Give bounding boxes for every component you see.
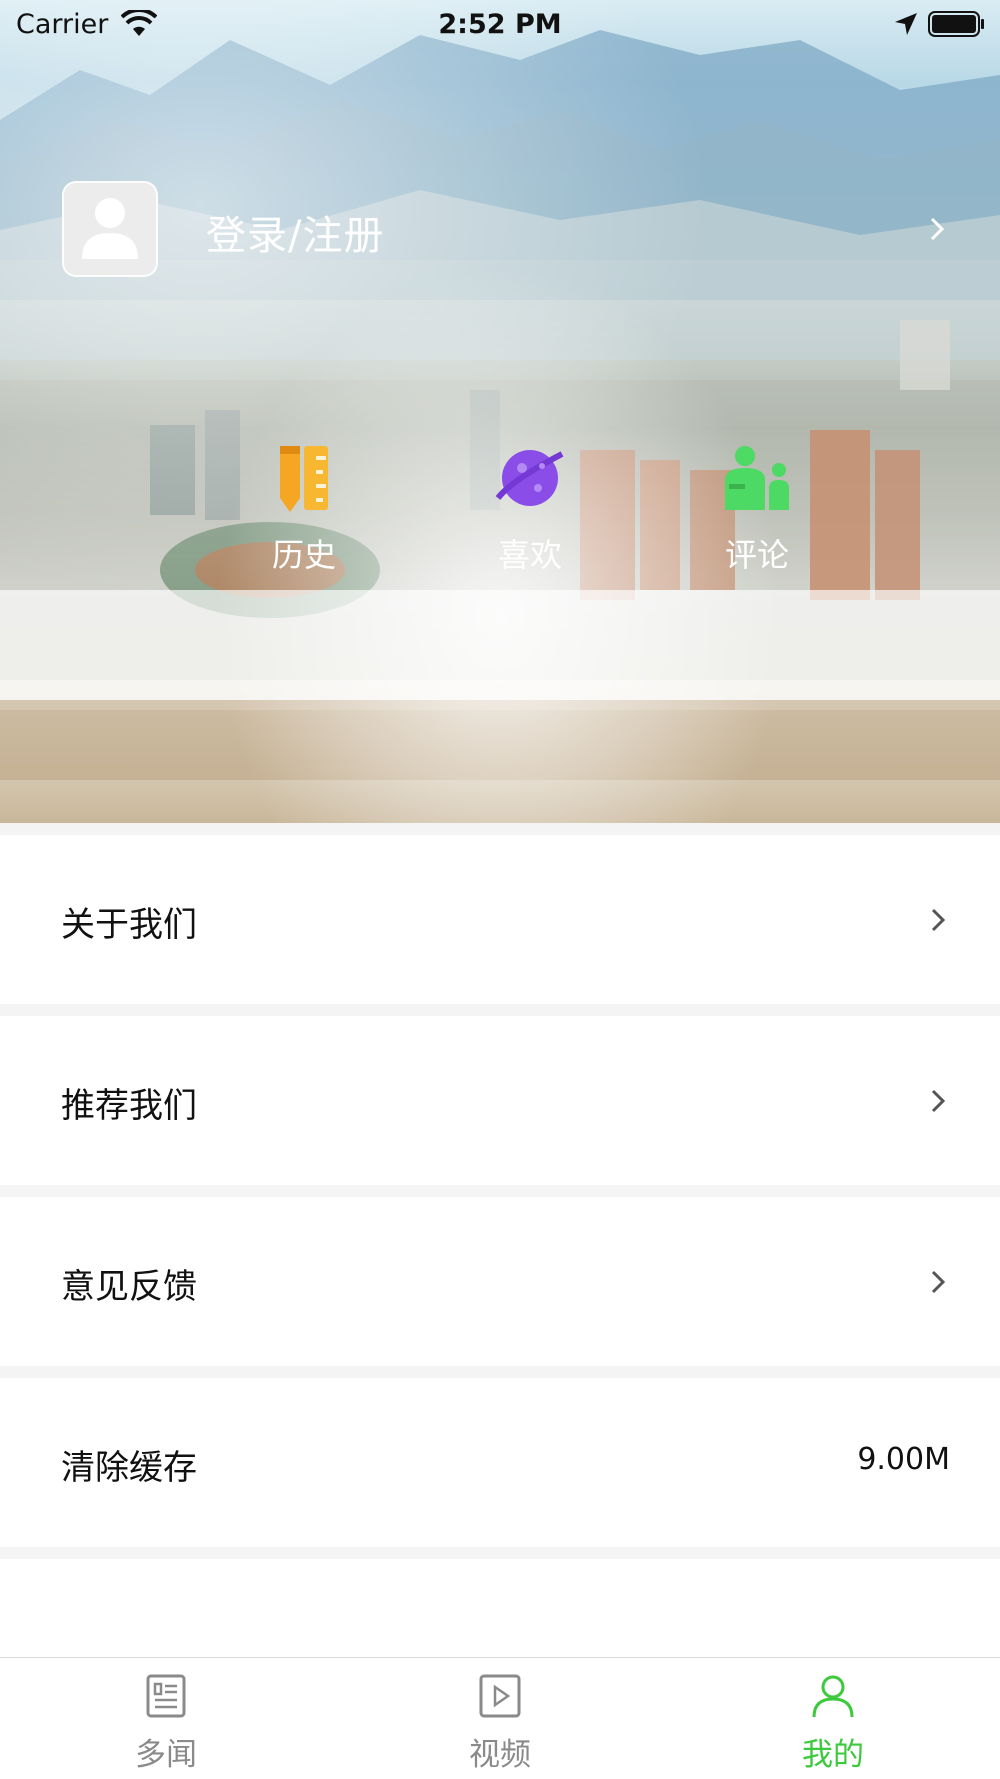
divider	[0, 1547, 1000, 1559]
tab-news[interactable]: 多闻	[106, 1673, 226, 1774]
comments-button[interactable]: 评论	[697, 440, 817, 576]
menu-item-label: 清除缓存	[61, 1448, 197, 1488]
divider	[0, 823, 1000, 835]
person-icon	[812, 1675, 854, 1718]
ruler-pencil-icon	[280, 446, 328, 512]
divider	[0, 1004, 1000, 1016]
divider	[0, 1185, 1000, 1197]
avatar[interactable]	[62, 181, 158, 277]
tab-video[interactable]: 视频	[440, 1673, 560, 1774]
video-icon	[479, 1674, 521, 1718]
fog-overlay	[0, 0, 1000, 823]
status-time: 2:52 PM	[438, 9, 562, 40]
menu-item-label: 推荐我们	[61, 1086, 197, 1126]
news-icon	[146, 1674, 186, 1718]
menu-item-label: 意见反馈	[61, 1267, 197, 1307]
tab-mine[interactable]: 我的	[773, 1673, 893, 1774]
people-chat-icon	[725, 446, 789, 510]
tab-news-label: 多闻	[135, 1737, 197, 1773]
login-register-link[interactable]: 登录/注册	[206, 203, 384, 261]
battery-icon	[928, 11, 984, 37]
menu-item-recommend-us[interactable]: 推荐我们	[0, 1016, 1000, 1185]
menu-item-about-us[interactable]: 关于我们	[0, 835, 1000, 1004]
tab-video-label: 视频	[469, 1737, 531, 1773]
likes-button[interactable]: 喜欢	[470, 440, 590, 576]
chevron-right-icon[interactable]	[928, 215, 946, 243]
likes-label: 喜欢	[497, 536, 562, 574]
menu-item-clear-cache[interactable]: 清除缓存 9.00M	[0, 1378, 1000, 1547]
comments-label: 评论	[724, 536, 789, 574]
menu-item-label: 关于我们	[61, 905, 197, 945]
history-button[interactable]: 历史	[244, 440, 364, 576]
divider	[0, 1366, 1000, 1378]
history-label: 历史	[271, 536, 336, 574]
tab-mine-label: 我的	[802, 1737, 864, 1773]
settings-list: 关于我们 推荐我们 意见反馈 清除缓存 9.00M	[0, 823, 1000, 1559]
chevron-right-icon	[931, 1089, 946, 1113]
default-avatar-icon	[82, 198, 138, 259]
location-arrow-icon	[895, 13, 917, 35]
header-background: Carrier 2:52 PM 登录/注册 历史 喜欢 评论	[0, 0, 1000, 823]
status-bar: Carrier 2:52 PM	[0, 0, 1000, 50]
planet-icon	[495, 450, 564, 506]
chevron-right-icon	[931, 1270, 946, 1294]
cache-size-value: 9.00M	[857, 1442, 950, 1477]
chevron-right-icon	[931, 908, 946, 932]
tab-bar: 多闻 视频 我的	[0, 1657, 1000, 1779]
menu-item-feedback[interactable]: 意见反馈	[0, 1197, 1000, 1366]
